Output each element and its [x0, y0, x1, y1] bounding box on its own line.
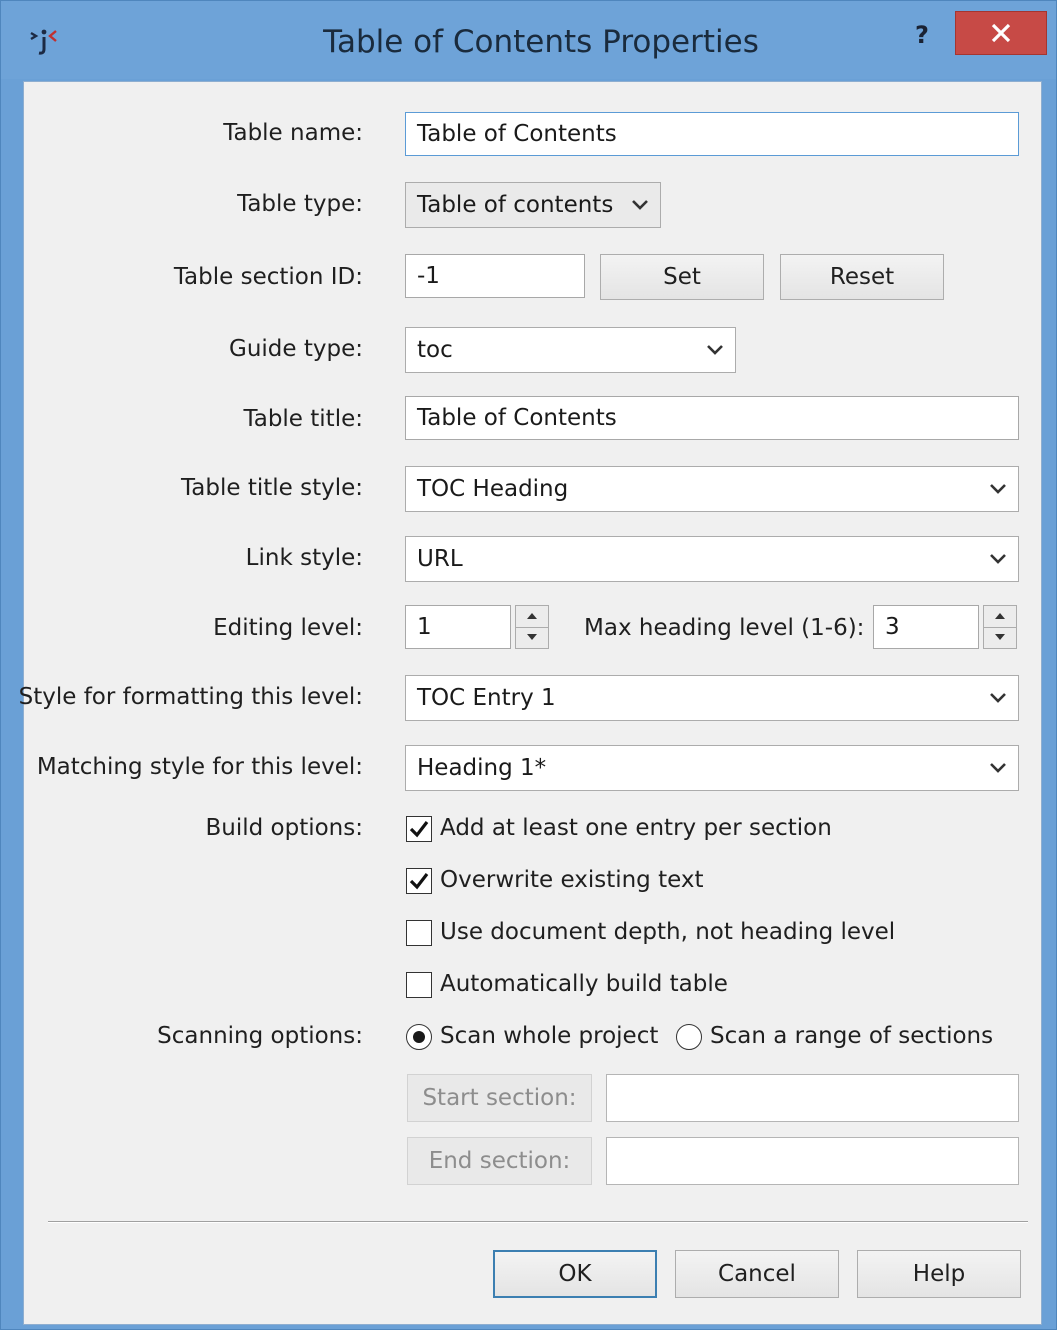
checkbox-automatically-build-table[interactable] — [406, 972, 432, 998]
close-button[interactable] — [955, 11, 1047, 55]
editing-level-input[interactable]: 1 — [405, 605, 511, 649]
set-button[interactable]: Set — [600, 254, 764, 300]
automatically-build-table-label[interactable]: Automatically build table — [440, 971, 728, 997]
arrow-up-icon — [527, 613, 537, 619]
title-bar[interactable]: Table of Contents Properties ? — [1, 1, 1056, 79]
table-title-style-value: TOC Heading — [417, 476, 569, 502]
help-button[interactable]: Help — [857, 1250, 1021, 1298]
use-document-depth-label[interactable]: Use document depth, not heading level — [440, 919, 895, 945]
divider — [48, 1221, 1028, 1223]
table-title-input[interactable]: Table of Contents — [405, 396, 1019, 440]
table-name-label: Table name: — [223, 120, 363, 146]
link-style-value: URL — [417, 546, 463, 572]
matching-style-label: Matching style for this level: — [36, 754, 363, 780]
matching-style-select[interactable]: Heading 1* — [405, 745, 1019, 791]
scan-whole-project-label[interactable]: Scan whole project — [440, 1023, 658, 1049]
chevron-down-icon — [990, 484, 1006, 494]
table-type-select[interactable]: Table of contents — [405, 182, 661, 228]
help-question-icon[interactable]: ? — [907, 17, 937, 53]
checkbox-overwrite-existing-text[interactable] — [406, 868, 432, 894]
scanning-options-label: Scanning options: — [157, 1023, 363, 1049]
table-type-label: Table type: — [237, 191, 363, 217]
end-section-input[interactable] — [606, 1137, 1019, 1185]
matching-style-value: Heading 1* — [417, 755, 547, 781]
spin-up-button[interactable] — [516, 606, 548, 628]
style-for-level-label: Style for formatting this level: — [18, 684, 363, 710]
close-icon — [991, 23, 1011, 43]
max-heading-level-label: Max heading level (1-6): — [584, 615, 865, 641]
scan-range-of-sections-label[interactable]: Scan a range of sections — [710, 1023, 993, 1049]
editing-level-spinner[interactable] — [515, 605, 549, 649]
chevron-down-icon — [990, 763, 1006, 773]
start-section-input[interactable] — [606, 1074, 1019, 1122]
dialog-body: Table name: Table of Contents Table type… — [19, 81, 1042, 1325]
app-logo-icon — [27, 25, 67, 61]
checkmark-icon — [409, 873, 429, 890]
dialog-window: Table of Contents Properties ? Table nam… — [0, 0, 1057, 1330]
style-for-level-select[interactable]: TOC Entry 1 — [405, 675, 1019, 721]
ok-button[interactable]: OK — [493, 1250, 657, 1298]
table-name-input[interactable]: Table of Contents — [405, 112, 1019, 156]
chevron-down-icon — [990, 693, 1006, 703]
overwrite-existing-text-label[interactable]: Overwrite existing text — [440, 867, 703, 893]
arrow-down-icon — [995, 634, 1005, 640]
table-section-id-label: Table section ID: — [173, 264, 363, 290]
guide-type-label: Guide type: — [229, 336, 363, 362]
guide-type-select[interactable]: toc — [405, 327, 736, 373]
checkbox-use-document-depth[interactable] — [406, 920, 432, 946]
chevron-down-icon — [632, 200, 648, 210]
arrow-up-icon — [995, 613, 1005, 619]
end-section-button[interactable]: End section: — [407, 1137, 592, 1185]
spin-down-button[interactable] — [984, 627, 1016, 648]
table-title-style-label: Table title style: — [181, 475, 363, 501]
arrow-down-icon — [527, 634, 537, 640]
style-for-level-value: TOC Entry 1 — [417, 685, 556, 711]
table-section-id-input[interactable]: -1 — [405, 254, 585, 298]
link-style-select[interactable]: URL — [405, 536, 1019, 582]
build-options-label: Build options: — [205, 815, 363, 841]
start-section-button[interactable]: Start section: — [407, 1074, 592, 1122]
max-heading-level-input[interactable]: 3 — [873, 605, 979, 649]
table-title-label: Table title: — [243, 406, 363, 432]
guide-type-value: toc — [417, 337, 453, 363]
checkmark-icon — [409, 821, 429, 838]
cancel-button[interactable]: Cancel — [675, 1250, 839, 1298]
radio-scan-range-of-sections[interactable] — [676, 1024, 702, 1050]
max-heading-level-spinner[interactable] — [983, 605, 1017, 649]
spin-up-button[interactable] — [984, 606, 1016, 628]
window-title: Table of Contents Properties — [323, 24, 759, 60]
reset-button[interactable]: Reset — [780, 254, 944, 300]
add-entry-per-section-label[interactable]: Add at least one entry per section — [440, 815, 832, 841]
checkbox-add-entry-per-section[interactable] — [406, 816, 432, 842]
chevron-down-icon — [990, 554, 1006, 564]
table-title-style-select[interactable]: TOC Heading — [405, 466, 1019, 512]
spin-down-button[interactable] — [516, 627, 548, 648]
editing-level-label: Editing level: — [213, 615, 363, 641]
chevron-down-icon — [707, 345, 723, 355]
table-type-value: Table of contents — [417, 192, 614, 218]
radio-scan-whole-project[interactable] — [406, 1024, 432, 1050]
link-style-label: Link style: — [245, 545, 363, 571]
